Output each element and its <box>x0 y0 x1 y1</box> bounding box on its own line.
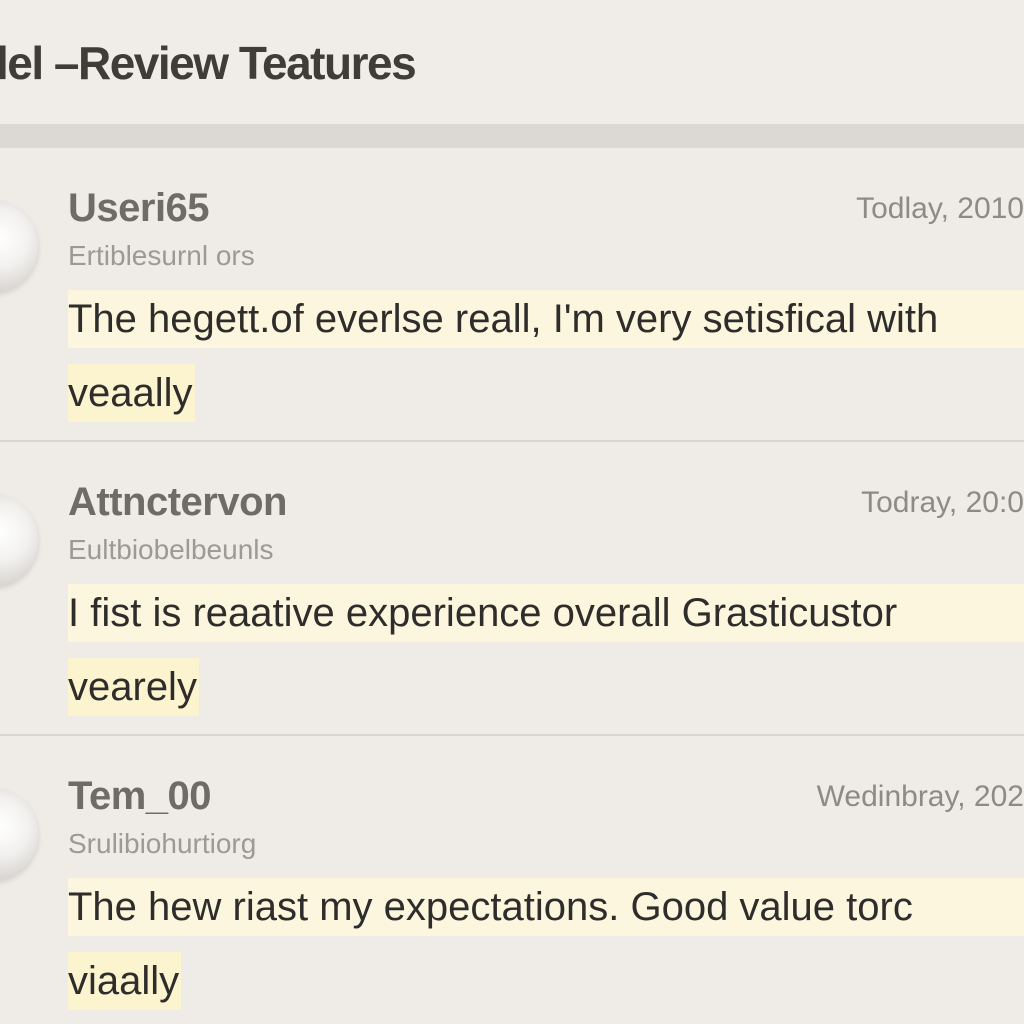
review-item[interactable]: Tem_00 Wedinbray, 202 Srulibiohurtiorg T… <box>0 736 1024 1024</box>
review-item[interactable]: Useri65 Todlay, 2010 Ertiblesurnl ors Th… <box>0 148 1024 442</box>
review-text-line: vearely <box>68 658 199 716</box>
review-page: lel –Review Teatures Useri65 Todlay, 201… <box>0 0 1024 1024</box>
review-text-line: veaally <box>68 364 195 422</box>
review-date: Wedinbray, 202 <box>816 780 1024 813</box>
review-text: The hegett.of everlse reall, I'm very se… <box>68 290 1024 422</box>
review-text-line: I fist is reaative experience overall Gr… <box>68 584 1024 642</box>
review-username[interactable]: Attnctervon <box>68 480 287 525</box>
user-avatar-icon[interactable] <box>0 200 38 292</box>
review-username[interactable]: Tem_00 <box>68 774 212 819</box>
review-text-line: The hew riast my expectations. Good valu… <box>68 878 1024 936</box>
review-date: Todray, 20:0 <box>861 486 1024 519</box>
user-avatar-icon[interactable] <box>0 494 38 586</box>
review-item[interactable]: Attnctervon Todray, 20:0 Eultbiobelbeunl… <box>0 442 1024 736</box>
review-date: Todlay, 2010 <box>856 192 1024 225</box>
header-divider-bar <box>0 124 1024 148</box>
review-text: The hew riast my expectations. Good valu… <box>68 878 1024 1010</box>
review-subtitle: Ertiblesurnl ors <box>68 240 255 271</box>
review-text: I fist is reaative experience overall Gr… <box>68 584 1024 716</box>
review-subtitle: Srulibiohurtiorg <box>68 828 257 859</box>
page-title: lel –Review Teatures <box>0 37 417 89</box>
page-header: lel –Review Teatures <box>0 0 1024 124</box>
review-text-line: viaally <box>68 952 182 1010</box>
user-avatar-icon[interactable] <box>0 788 38 880</box>
review-username[interactable]: Useri65 <box>68 186 210 231</box>
review-text-line: The hegett.of everlse reall, I'm very se… <box>68 290 1024 348</box>
review-subtitle: Eultbiobelbeunls <box>68 534 274 565</box>
